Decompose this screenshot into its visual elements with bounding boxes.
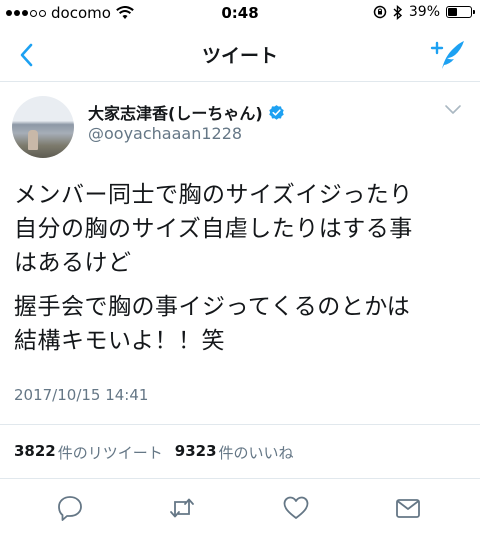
tweet-timestamp: 2017/10/15 14:41 — [14, 386, 149, 404]
author-display-name: 大家志津香(しーちゃん) — [88, 104, 263, 123]
caret-down-icon[interactable] — [444, 104, 462, 116]
avatar-figure — [28, 130, 38, 150]
like-count-number: 9323 — [174, 442, 217, 460]
like-count-label: 件のいいね — [218, 444, 294, 462]
tweet-paragraph: 握手会で胸の事イジってくるのとかは 結構キモいよ！！笑 — [14, 294, 411, 354]
reply-icon[interactable] — [56, 494, 84, 522]
battery-level — [448, 8, 457, 16]
compose-tweet-icon[interactable] — [430, 38, 466, 72]
battery-percent: 39% — [408, 4, 440, 20]
verified-badge-icon — [268, 104, 284, 120]
author-handle[interactable]: @ooyachaaan1228 — [88, 124, 242, 143]
like-count[interactable]: 9323 件のいいね — [175, 442, 294, 463]
status-bar: docomo 0:48 39% — [0, 0, 480, 28]
page-title: ツイート — [201, 45, 278, 67]
avatar[interactable] — [12, 96, 74, 158]
tweet-header: 大家志津香(しーちゃん) @ooyachaaan1228 — [12, 96, 468, 160]
retweet-count-label: 件のリツイート — [57, 444, 163, 462]
tweet-actions — [0, 488, 480, 528]
direct-message-icon[interactable] — [394, 494, 422, 522]
divider — [0, 478, 480, 479]
retweet-count-number: 3822 — [14, 442, 56, 460]
tweet-paragraph: メンバー同士で胸のサイズイジったり 自分の胸のサイズ自虐したりはする事 はあるけ… — [14, 182, 413, 276]
like-icon[interactable] — [282, 494, 310, 522]
tweet-stats: 3822 件のリツイート 9323 件のいいね — [14, 442, 300, 463]
nav-bar: ツイート — [0, 28, 480, 82]
bluetooth-icon — [393, 4, 402, 20]
retweet-icon[interactable] — [168, 494, 196, 522]
status-indicators: 39% — [373, 4, 475, 20]
battery-icon — [446, 6, 475, 18]
author-name-row[interactable]: 大家志津香(しーちゃん) — [88, 100, 285, 124]
divider — [0, 424, 480, 425]
rotation-lock-icon — [373, 5, 387, 19]
tweet-text: メンバー同士で胸のサイズイジったり 自分の胸のサイズ自虐したりはする事 はあるけ… — [14, 178, 470, 368]
retweet-count[interactable]: 3822 件のリツイート — [14, 442, 163, 463]
